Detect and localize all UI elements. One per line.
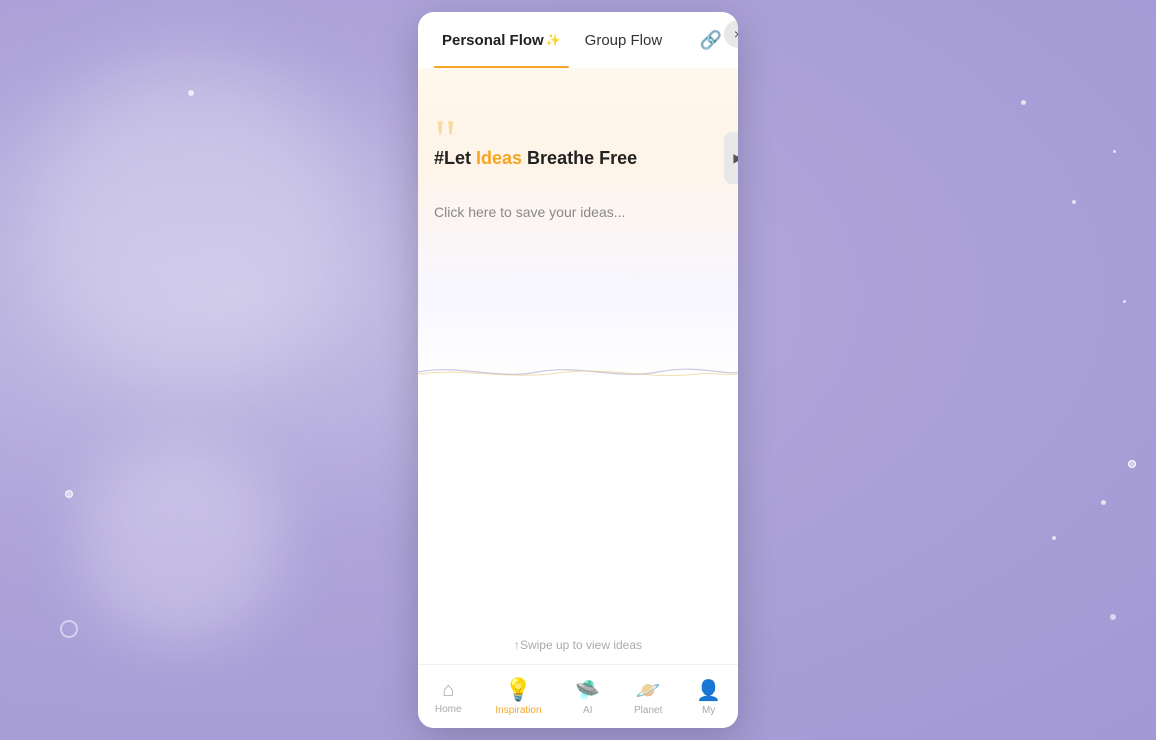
bg-blob-1 bbox=[30, 60, 350, 380]
share-link-icon[interactable]: 🔗 bbox=[700, 30, 722, 51]
nav-item-my[interactable]: 👤 My bbox=[688, 674, 729, 720]
home-icon: ⌂ bbox=[442, 679, 454, 702]
swipe-hint-text: ↑Swipe up to view ideas bbox=[514, 638, 642, 652]
click-to-save-text[interactable]: Click here to save your ideas... bbox=[434, 204, 722, 220]
ai-icon: 🛸 bbox=[575, 678, 600, 703]
tab-bar: Personal Flow✨ Group Flow 🔗 bbox=[418, 12, 738, 68]
headline-suffix: Breathe Free bbox=[522, 148, 637, 168]
expand-icon: ▶ bbox=[733, 151, 738, 165]
close-icon: × bbox=[734, 26, 738, 42]
bg-blob-2 bbox=[80, 440, 280, 640]
bottom-navigation: ⌂ Home 💡 Inspiration 🛸 AI 🪐 Planet 👤 My bbox=[418, 664, 738, 728]
modal-panel: × ▶ Personal Flow✨ Group Flow 🔗 " #Let I… bbox=[418, 12, 738, 728]
expand-handle-button[interactable]: ▶ bbox=[724, 132, 738, 184]
content-area-top[interactable]: " #Let Ideas Breathe Free Click here to … bbox=[418, 68, 738, 384]
content-area-bottom: ↑Swipe up to view ideas bbox=[418, 384, 738, 664]
tab-group-flow[interactable]: Group Flow bbox=[577, 12, 671, 68]
tab-group-flow-label: Group Flow bbox=[585, 32, 663, 49]
nav-inspiration-label: Inspiration bbox=[495, 705, 541, 716]
tab-personal-flow-emoji: ✨ bbox=[546, 33, 561, 47]
headline: #Let Ideas Breathe Free bbox=[434, 148, 722, 169]
wave-divider bbox=[418, 360, 738, 384]
tab-personal-flow[interactable]: Personal Flow✨ bbox=[434, 12, 569, 68]
nav-item-home[interactable]: ⌂ Home bbox=[427, 675, 470, 719]
nav-planet-label: Planet bbox=[634, 705, 662, 716]
nav-home-label: Home bbox=[435, 704, 462, 715]
headline-prefix: #Let bbox=[434, 148, 476, 168]
nav-item-planet[interactable]: 🪐 Planet bbox=[626, 674, 670, 720]
nav-ai-label: AI bbox=[583, 705, 592, 716]
headline-ideas: Ideas bbox=[476, 148, 522, 168]
tab-personal-flow-label: Personal Flow bbox=[442, 32, 544, 49]
nav-item-ai[interactable]: 🛸 AI bbox=[567, 674, 608, 720]
my-icon: 👤 bbox=[696, 678, 721, 703]
planet-icon: 🪐 bbox=[636, 678, 661, 703]
inspiration-icon: 💡 bbox=[505, 677, 532, 703]
nav-my-label: My bbox=[702, 705, 715, 716]
nav-item-inspiration[interactable]: 💡 Inspiration bbox=[487, 673, 549, 720]
